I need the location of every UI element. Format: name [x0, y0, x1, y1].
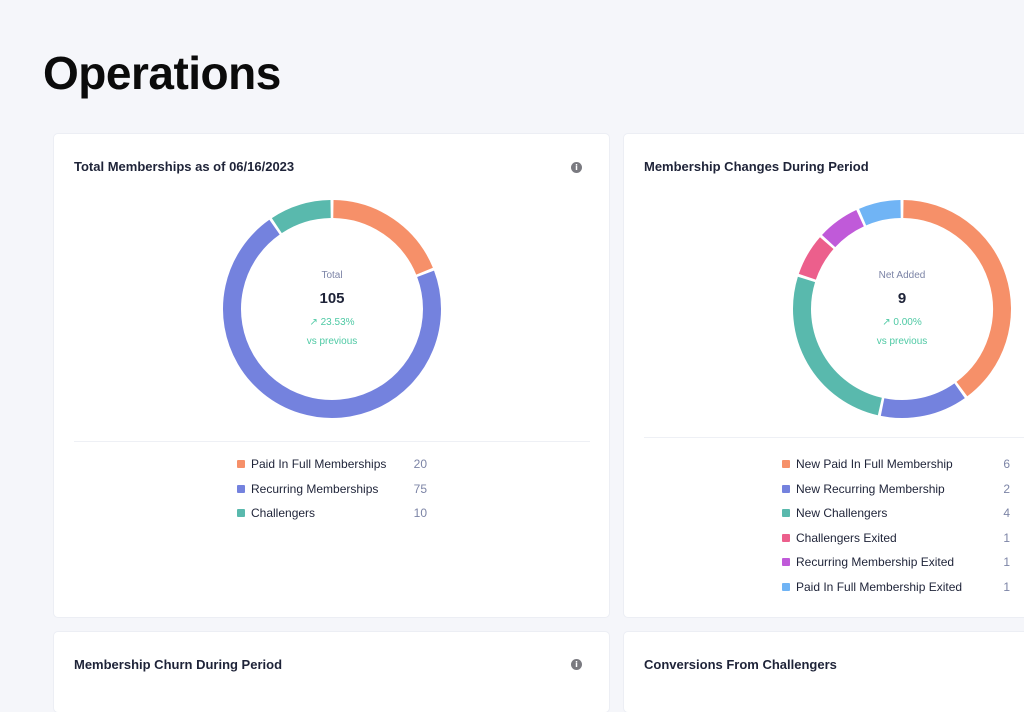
donut-segment-recurring-membership-exited[interactable]: [822, 210, 865, 248]
legend-item[interactable]: Paid In Full Memberships 20: [237, 452, 427, 477]
legend-swatch: [782, 533, 790, 542]
legend-swatch: [237, 460, 245, 469]
donut-segment-paid-in-full-memberships[interactable]: [333, 200, 433, 275]
center-value: 9: [897, 290, 907, 307]
legend-item[interactable]: Challengers 10: [237, 501, 427, 526]
page-title: Operations: [43, 47, 281, 99]
center-label: Total: [321, 270, 343, 281]
legend-item[interactable]: Recurring Membership Exited 1: [782, 550, 1010, 575]
membership-changes-card: Membership Changes During Period Net Add…: [624, 134, 1024, 617]
legend-value: 4: [1003, 506, 1010, 521]
change-percent: ↗ 0.00%: [882, 317, 922, 328]
legend-label: Recurring Membership Exited: [796, 555, 955, 570]
membership-churn-card: Membership Churn During Period i: [54, 632, 609, 712]
legend-value: 1: [1003, 579, 1010, 594]
divider: [644, 437, 1024, 438]
card-title: Membership Changes During Period: [644, 159, 869, 174]
donut-center: Net Added 9 ↗ 0.00% vs previous: [812, 270, 992, 347]
legend-value: 20: [413, 457, 427, 472]
card-title: Total Memberships as of 06/16/2023: [74, 159, 295, 174]
legend: New Paid In Full Membership 6 New Recurrin…: [782, 452, 1010, 600]
legend-label: Paid In Full Membership Exited: [796, 579, 963, 594]
legend-label: Challengers: [251, 506, 316, 521]
info-icon[interactable]: i: [571, 659, 582, 670]
legend-swatch: [782, 582, 790, 591]
legend-item[interactable]: New Paid In Full Membership 6: [782, 452, 1010, 477]
legend-value: 1: [1003, 530, 1010, 545]
legend-swatch: [782, 460, 790, 469]
legend-item[interactable]: Paid In Full Membership Exited 1: [782, 575, 1010, 600]
conversions-card: Conversions From Challengers: [624, 632, 1024, 712]
legend-item[interactable]: Challengers Exited 1: [782, 526, 1010, 551]
legend-swatch: [782, 484, 790, 493]
donut-segment-challengers[interactable]: [271, 200, 332, 234]
legend-value: 1: [1003, 555, 1010, 570]
legend-swatch: [237, 484, 245, 493]
card-title: Conversions From Challengers: [644, 657, 837, 672]
divider: [74, 441, 590, 442]
info-icon[interactable]: i: [571, 162, 582, 173]
legend-value: 75: [413, 481, 427, 496]
vs-previous: vs previous: [876, 336, 928, 347]
card-title: Membership Churn During Period: [74, 657, 283, 672]
center-value: 105: [319, 290, 345, 307]
donut-segment-paid-in-full-membership-exited[interactable]: [859, 200, 902, 226]
legend-label: Recurring Memberships: [251, 481, 379, 496]
vs-previous: vs previous: [306, 336, 358, 347]
center-label: Net Added: [878, 270, 926, 281]
legend-item[interactable]: New Challengers 4: [782, 501, 1010, 526]
legend-label: New Paid In Full Membership: [796, 457, 953, 472]
legend-value: 10: [413, 506, 427, 521]
total-memberships-card: Total Memberships as of 06/16/2023 i Tot…: [54, 134, 609, 617]
legend-swatch: [782, 509, 790, 518]
legend-label: New Recurring Membership: [796, 481, 945, 496]
legend-swatch: [237, 509, 245, 518]
legend-label: Paid In Full Memberships: [251, 457, 387, 472]
donut-segment-new-recurring-membership[interactable]: [880, 383, 965, 418]
legend-value: 6: [1003, 457, 1010, 472]
legend-item[interactable]: New Recurring Membership 2: [782, 477, 1010, 502]
legend-label: New Challengers: [796, 506, 888, 521]
legend: Paid In Full Memberships 20 Recurring Memb…: [237, 452, 427, 526]
legend-item[interactable]: Recurring Memberships 75: [237, 477, 427, 502]
legend-value: 2: [1003, 481, 1010, 496]
change-percent: ↗ 23.53%: [309, 317, 355, 328]
donut-center: Total 105 ↗ 23.53% vs previous: [242, 270, 422, 347]
legend-swatch: [782, 558, 790, 567]
legend-label: Challengers Exited: [796, 530, 897, 545]
